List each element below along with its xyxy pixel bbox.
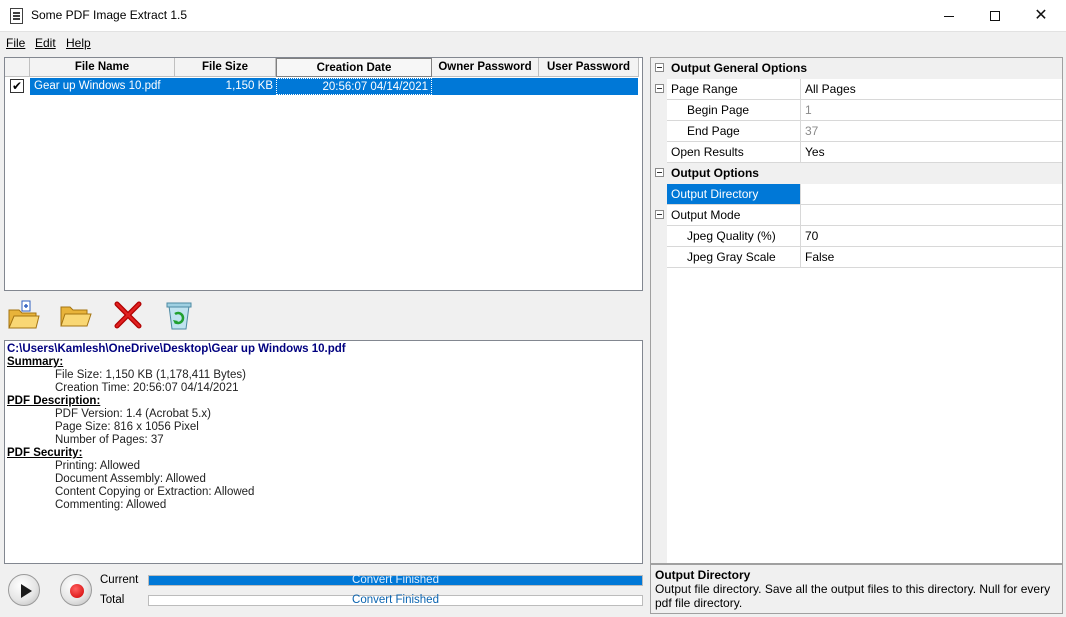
maximize-icon (990, 11, 1000, 22)
security-content-copying: Content Copying or Extraction: Allowed (55, 486, 255, 498)
close-icon: ✕ (1034, 7, 1048, 24)
column-header-creation-date[interactable]: Creation Date (276, 58, 432, 77)
pdf-description-heading: PDF Description: (7, 395, 101, 407)
category-output-options[interactable]: Output Options (651, 163, 1062, 184)
record-stop-icon (70, 584, 84, 598)
collapse-icon[interactable] (655, 84, 664, 93)
start-button[interactable] (8, 574, 40, 606)
current-progress-bar: Convert Finished (148, 574, 643, 586)
total-progress-bar: Convert Finished (148, 594, 643, 606)
user-password-cell (539, 78, 638, 95)
column-header-owner-password[interactable]: Owner Password (432, 58, 539, 77)
close-button[interactable]: ✕ (1018, 0, 1064, 31)
menu-edit[interactable]: Edit (35, 36, 56, 50)
window-title: Some PDF Image Extract 1.5 (31, 8, 188, 22)
column-header-file-size[interactable]: File Size (175, 58, 276, 77)
clear-all-icon (166, 302, 192, 330)
property-page-range[interactable]: Page Range All Pages (651, 79, 1062, 100)
security-commenting: Commenting: Allowed (55, 499, 167, 511)
minimize-icon (944, 15, 954, 17)
collapse-icon[interactable] (655, 63, 664, 72)
summary-file-size: File Size: 1,150 KB (1,178,411 Bytes) (55, 369, 246, 381)
column-header-user-password[interactable]: User Password (539, 58, 639, 77)
file-name-cell: Gear up Windows 10.pdf (34, 80, 161, 92)
file-row-checkbox[interactable]: ✔ (10, 79, 24, 93)
add-file-icon (8, 300, 40, 329)
description-text: Output file directory. Save all the outp… (655, 582, 1051, 610)
collapse-icon[interactable] (655, 168, 664, 177)
file-info-panel[interactable]: C:\Users\Kamlesh\OneDrive\Desktop\Gear u… (4, 340, 643, 564)
total-progress-label: Total (100, 594, 125, 606)
collapse-icon[interactable] (655, 210, 664, 219)
add-file-button[interactable] (6, 298, 42, 334)
minimize-button[interactable] (926, 0, 972, 31)
play-icon (21, 584, 32, 598)
open-folder-icon (60, 306, 92, 327)
stop-button[interactable] (60, 574, 92, 606)
number-of-pages: Number of Pages: 37 (55, 434, 164, 446)
clear-list-button[interactable] (162, 298, 198, 334)
property-output-directory[interactable]: Output Directory (651, 184, 1062, 205)
current-progress-label: Current (100, 574, 139, 586)
pdf-version: PDF Version: 1.4 (Acrobat 5.x) (55, 408, 211, 420)
summary-heading: Summary: (7, 356, 64, 368)
title-bar: Some PDF Image Extract 1.5 ✕ (0, 0, 1066, 32)
current-progress-text: Convert Finished (352, 574, 439, 586)
property-output-mode[interactable]: Output Mode (651, 205, 1062, 226)
menu-bar: File Edit Help (0, 32, 1066, 54)
property-begin-page[interactable]: Begin Page 1 (651, 100, 1062, 121)
property-grid[interactable]: Output General Options Page Range All Pa… (650, 57, 1063, 564)
column-header-check[interactable] (5, 58, 30, 77)
property-description: Output Directory Output file directory. … (650, 564, 1063, 614)
pdf-security-heading: PDF Security: (7, 447, 83, 459)
delete-button[interactable] (111, 298, 147, 334)
security-printing: Printing: Allowed (55, 460, 141, 472)
page-size: Page Size: 816 x 1056 Pixel (55, 421, 199, 433)
category-output-general-options[interactable]: Output General Options (651, 58, 1062, 79)
owner-password-cell (432, 78, 539, 95)
menu-file[interactable]: File (6, 36, 25, 50)
app-icon (10, 8, 23, 24)
file-path: C:\Users\Kamlesh\OneDrive\Desktop\Gear u… (7, 343, 346, 355)
maximize-button[interactable] (972, 0, 1018, 31)
property-end-page[interactable]: End Page 37 (651, 121, 1062, 142)
menu-help[interactable]: Help (66, 36, 91, 50)
file-size-cell: 1,150 KB (225, 80, 273, 92)
creation-date-cell: 20:56:07 04/14/2021 (276, 78, 432, 95)
property-jpeg-gray-scale[interactable]: Jpeg Gray Scale False (651, 247, 1062, 268)
delete-icon (114, 301, 142, 329)
summary-creation-time: Creation Time: 20:56:07 04/14/2021 (55, 382, 239, 394)
description-title: Output Directory (655, 568, 751, 582)
total-progress-text: Convert Finished (352, 594, 439, 606)
property-open-results[interactable]: Open Results Yes (651, 142, 1062, 163)
open-folder-button[interactable] (58, 298, 94, 334)
file-list[interactable]: File Name File Size Creation Date Owner … (4, 57, 643, 291)
property-jpeg-quality[interactable]: Jpeg Quality (%) 70 (651, 226, 1062, 247)
table-row[interactable]: Gear up Windows 10.pdf 1,150 KB 20:56:07… (30, 78, 638, 95)
security-document-assembly: Document Assembly: Allowed (55, 473, 206, 485)
column-header-file-name[interactable]: File Name (30, 58, 175, 77)
